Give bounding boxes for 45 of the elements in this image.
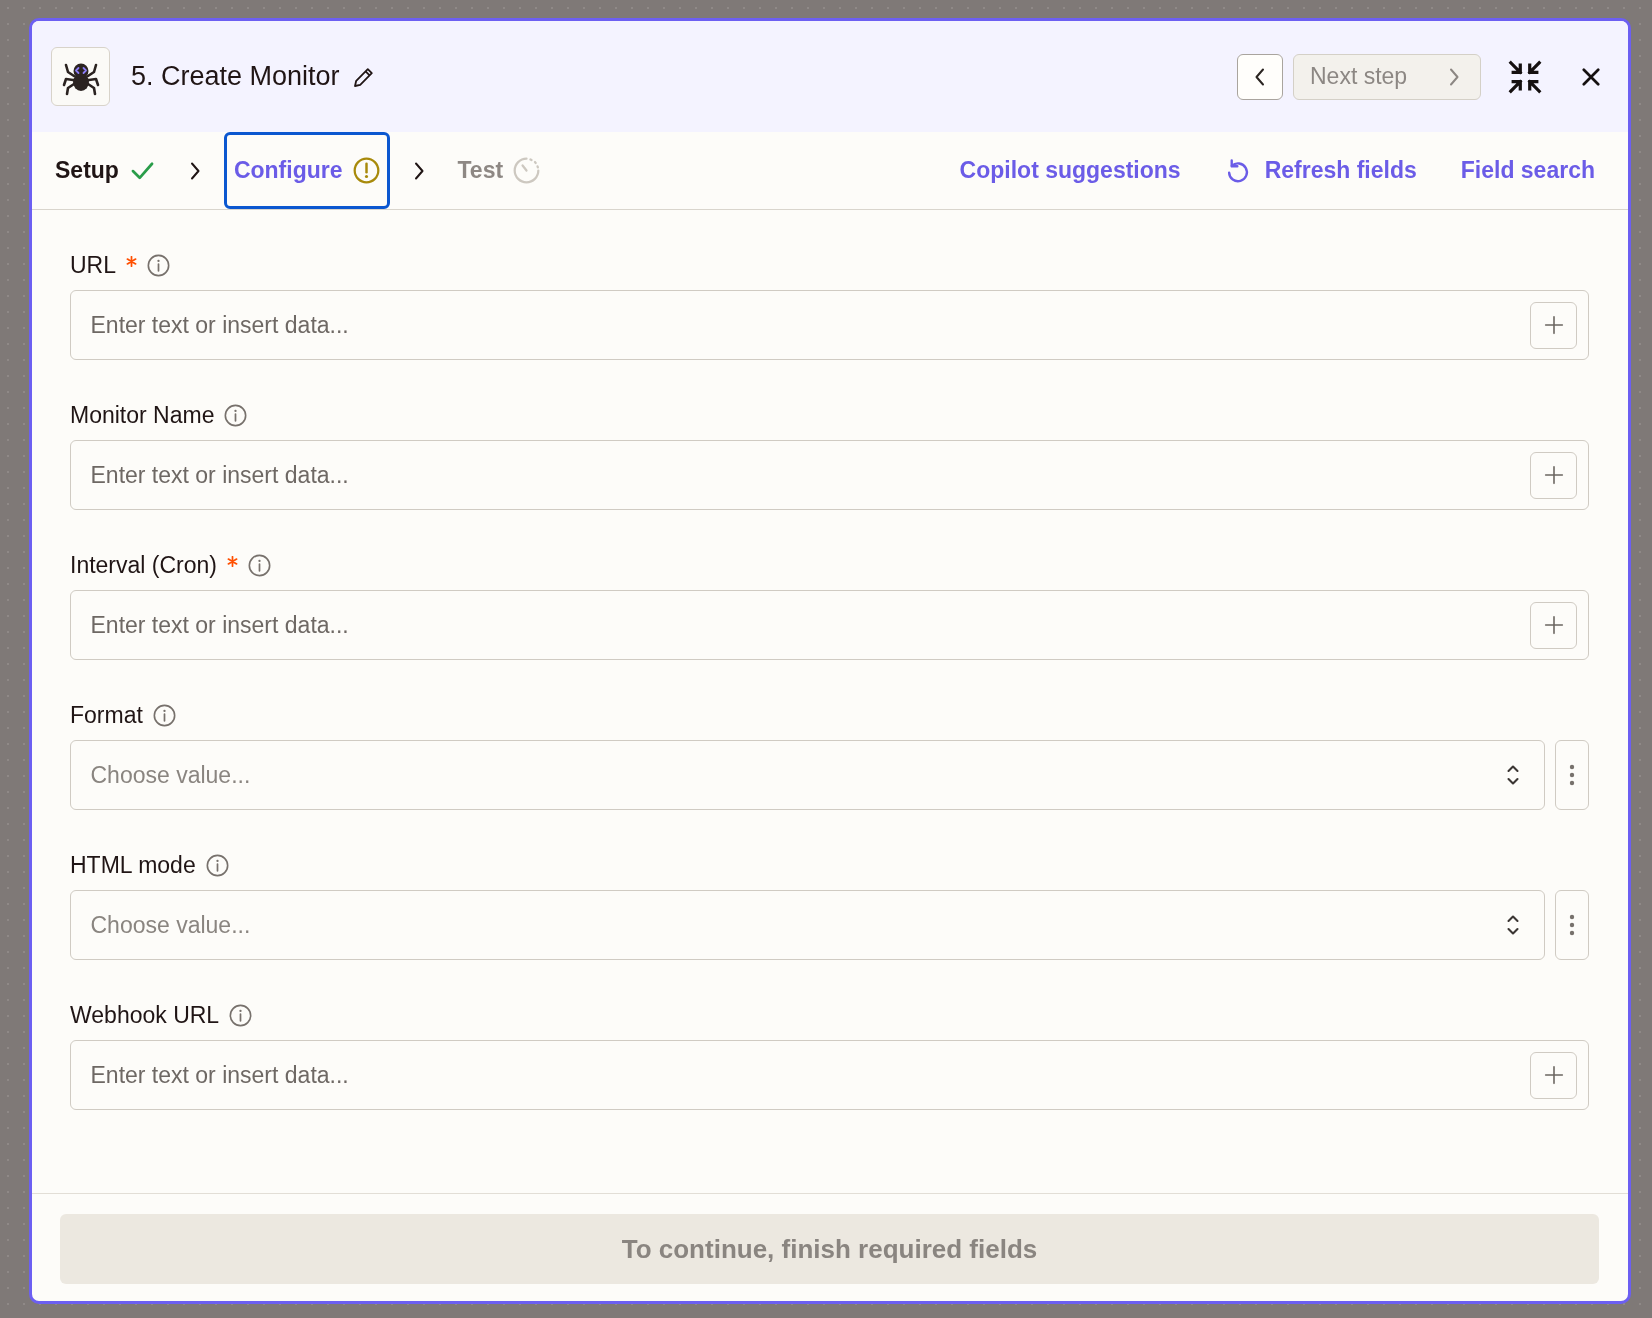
- vertical-dots-icon: [1569, 914, 1575, 936]
- plus-icon: [1543, 315, 1564, 335]
- field-label: URL: [70, 251, 116, 279]
- insert-data-button[interactable]: [1530, 1051, 1577, 1099]
- dropdown-field[interactable]: Choose value...: [70, 890, 1545, 960]
- step-tab[interactable]: Configure: [223, 132, 390, 209]
- spider-icon: [51, 47, 110, 106]
- info-icon[interactable]: [248, 553, 271, 577]
- vertical-dots-icon: [1569, 764, 1575, 786]
- field-label: HTML mode: [70, 851, 196, 879]
- step-tab[interactable]: Setup: [45, 132, 166, 209]
- previous-button[interactable]: [1237, 53, 1283, 100]
- close-icon[interactable]: [1582, 67, 1600, 86]
- toolbar-link[interactable]: Copilot suggestions: [959, 157, 1181, 184]
- insert-data-button[interactable]: [1530, 601, 1577, 649]
- up-down-chevron-icon: [1506, 913, 1520, 937]
- step-tab[interactable]: Test: [447, 132, 551, 209]
- field-label: Format: [70, 701, 143, 729]
- plus-icon: [1543, 615, 1564, 635]
- chevron-left-icon: [1254, 66, 1266, 87]
- insert-data-button[interactable]: [1530, 451, 1577, 499]
- info-icon[interactable]: [205, 853, 229, 877]
- input-field[interactable]: Enter text or insert data...: [70, 1040, 1589, 1110]
- input-field[interactable]: Enter text or insert data...: [70, 290, 1589, 360]
- field-label: Interval (Cron): [70, 551, 217, 579]
- toolbar-link[interactable]: Refresh fields: [1224, 157, 1417, 184]
- input-field[interactable]: Enter text or insert data...: [70, 590, 1589, 660]
- chevron-right-icon: [412, 160, 425, 181]
- toolbar-link[interactable]: Field search: [1460, 157, 1595, 184]
- plus-icon: [1543, 1065, 1564, 1085]
- info-icon[interactable]: [229, 1003, 253, 1027]
- up-down-chevron-icon: [1506, 763, 1520, 787]
- info-icon[interactable]: [224, 403, 248, 427]
- info-icon[interactable]: [147, 253, 170, 277]
- input-field[interactable]: Enter text or insert data...: [70, 440, 1589, 510]
- field-label: Monitor Name: [70, 401, 215, 429]
- info-icon[interactable]: [152, 703, 176, 727]
- chevron-right-icon: [1448, 66, 1460, 87]
- step-title: 5. Create Monitor: [131, 61, 340, 92]
- insert-data-button[interactable]: [1530, 301, 1577, 349]
- collapse-icon[interactable]: [1508, 59, 1542, 94]
- plus-icon: [1543, 465, 1564, 485]
- chevron-right-icon: [188, 160, 201, 181]
- field-label: Webhook URL: [70, 1001, 220, 1029]
- dropdown-field[interactable]: Choose value...: [70, 740, 1545, 810]
